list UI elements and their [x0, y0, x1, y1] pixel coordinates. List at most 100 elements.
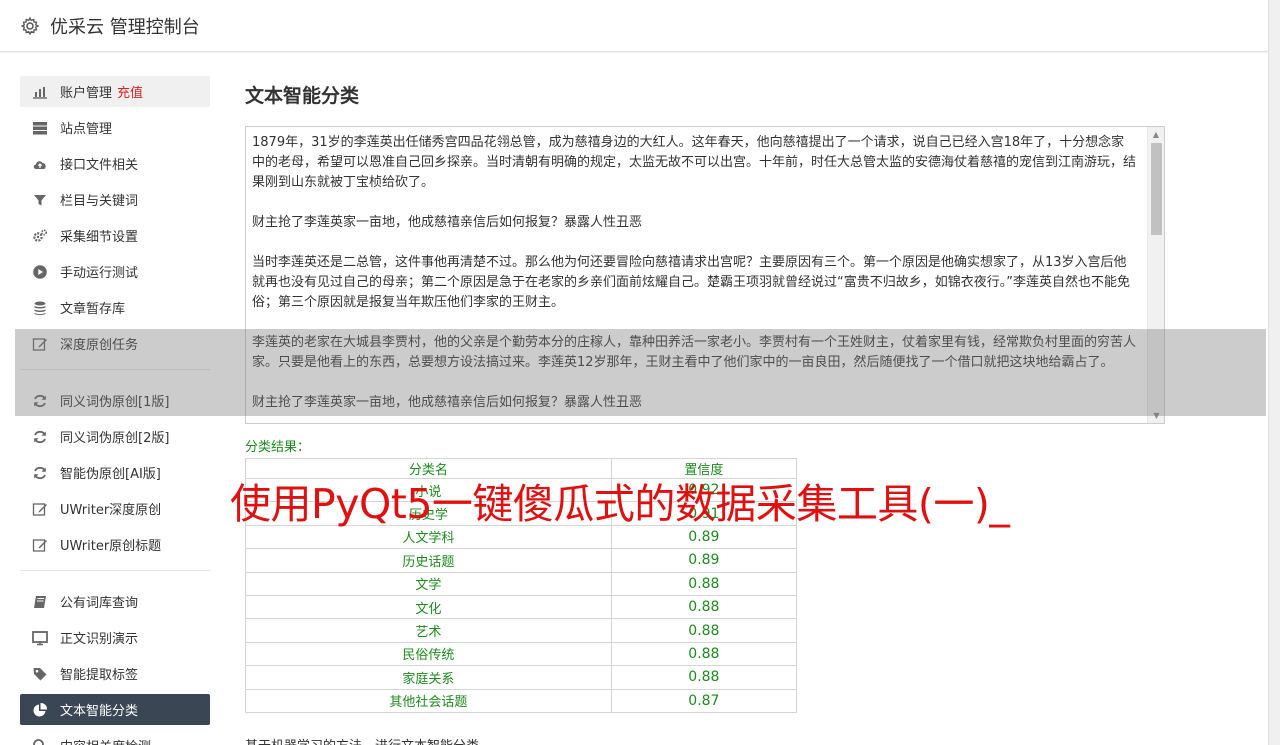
- category-cell: 历史学: [245, 501, 612, 526]
- refresh-icon: [32, 393, 48, 409]
- sidebar-item-ai-rewrite[interactable]: 智能伪原创[AI版]: [20, 457, 210, 488]
- sidebar-item-uwriter-deep[interactable]: UWriter深度原创: [20, 493, 210, 524]
- sidebar-item-label: 接口文件相关: [60, 158, 139, 173]
- results-table: 分类名 置信度 小说 0.92 历史学 0.91 人文学科 0.89 历史话题 0.89…: [245, 458, 798, 713]
- sidebar-item-label: 账户管理: [60, 86, 113, 101]
- scroll-down-arrow-icon[interactable]: ▼: [1148, 408, 1164, 423]
- sidebar-item-label: 智能伪原创[AI版]: [60, 467, 161, 482]
- database-icon: [32, 300, 48, 316]
- sidebar-item-relevance-check[interactable]: 内容相关度检测: [20, 730, 210, 745]
- bar-chart-icon: [32, 84, 48, 100]
- play-circle-icon: [32, 264, 48, 280]
- category-cell: 其他社会话题: [245, 688, 612, 713]
- table-header-row: 分类名 置信度: [245, 458, 798, 479]
- table-row: 小说 0.92: [245, 477, 798, 503]
- sidebar-item-collect-settings[interactable]: 采集细节设置: [20, 220, 210, 251]
- text-paragraph: 财主抢了李莲英家一亩地，他成慈禧亲信后如何报复？暴露人性丑恶: [252, 215, 643, 230]
- sidebar-item-label: 采集细节设置: [60, 230, 139, 245]
- sidebar-item-label: 公有词库查询: [60, 596, 139, 611]
- search-icon: [32, 738, 48, 745]
- confidence-cell: 0.88: [610, 641, 798, 667]
- sidebar-item-label: 文本智能分类: [60, 704, 139, 719]
- confidence-cell: 0.87: [610, 688, 798, 713]
- top-bar: 优采云 管理控制台: [0, 0, 1268, 52]
- category-cell: 家庭关系: [245, 665, 612, 690]
- sidebar-item-label: 文章暂存库: [60, 302, 126, 317]
- confidence-cell: 0.88: [610, 618, 798, 643]
- sidebar-item-smart-tags[interactable]: 智能提取标签: [20, 658, 210, 689]
- confidence-cell: 0.88: [610, 665, 798, 690]
- category-cell: 人文学科: [245, 524, 612, 550]
- sidebar-item-sites[interactable]: 站点管理: [20, 112, 210, 143]
- recharge-link[interactable]: 充值: [117, 82, 143, 101]
- scroll-up-arrow-icon[interactable]: ▲: [1148, 127, 1164, 142]
- edit-icon: [32, 336, 48, 352]
- sidebar-item-public-dictionary[interactable]: 公有词库查询: [20, 586, 210, 617]
- text-input-area[interactable]: 1879年，31岁的李莲英出任储秀宫四品花翎总管，成为慈禧身边的大红人。这年春天…: [245, 126, 1165, 424]
- sidebar-item-deep-original-task[interactable]: 深度原创任务: [20, 328, 210, 359]
- sidebar-item-account[interactable]: 账户管理 充值: [20, 76, 210, 107]
- table-row: 人文学科 0.89: [245, 524, 798, 550]
- sidebar-item-label: UWriter原创标题: [60, 539, 162, 554]
- server-icon: [32, 120, 48, 136]
- textarea-scrollbar[interactable]: ▲ ▼: [1147, 127, 1164, 423]
- scroll-thumb[interactable]: [1151, 143, 1162, 235]
- tag-icon: [32, 666, 48, 682]
- table-row: 文化 0.88: [245, 594, 798, 620]
- confidence-cell: 0.88: [610, 594, 798, 620]
- cogs-icon: [32, 228, 48, 244]
- sidebar-item-label: 栏目与关键词: [60, 194, 139, 209]
- sidebar-item-synonym-v2[interactable]: 同义词伪原创[2版]: [20, 421, 210, 452]
- sidebar-item-label: UWriter深度原创: [60, 503, 162, 518]
- sidebar-item-text-classification[interactable]: 文本智能分类: [20, 694, 210, 725]
- sidebar-item-label: 手动运行测试: [60, 266, 139, 281]
- confidence-cell: 0.92: [610, 477, 798, 503]
- sidebar-item-article-store[interactable]: 文章暂存库: [20, 292, 210, 323]
- refresh-icon: [32, 465, 48, 481]
- sidebar-item-interface-files[interactable]: 接口文件相关: [20, 148, 210, 179]
- sidebar-item-text-recognition[interactable]: 正文识别演示: [20, 622, 210, 653]
- filter-icon: [32, 192, 48, 208]
- confidence-cell: 0.91: [610, 501, 798, 526]
- sidebar-item-label: 同义词伪原创[2版]: [60, 431, 170, 446]
- text-paragraph: 当时李莲英还是二总管，这件事他再清楚不过。那么他为何还要冒险向慈禧请求出宫呢？主…: [252, 255, 1130, 310]
- result-label: 分类结果：: [245, 440, 311, 455]
- category-cell: 文学: [245, 571, 612, 596]
- table-row: 文学 0.88: [245, 571, 798, 596]
- pie-chart-icon: [32, 702, 48, 718]
- table-row: 民俗传统 0.88: [245, 641, 798, 667]
- book-icon: [32, 594, 48, 610]
- sidebar-item-synonym-v1[interactable]: 同义词伪原创[1版]: [20, 385, 210, 416]
- page-title: 文本智能分类: [245, 85, 360, 107]
- confidence-cell: 0.89: [610, 524, 798, 550]
- category-cell: 民俗传统: [245, 641, 612, 667]
- category-cell: 小说: [245, 477, 612, 503]
- sidebar: 账户管理 充值 站点管理 接口文件相关 栏目与关键词 采集细节设置 手动运行测试…: [20, 76, 210, 745]
- confidence-cell: 0.88: [610, 571, 798, 596]
- cloud-upload-icon: [32, 156, 48, 172]
- sidebar-item-label: 智能提取标签: [60, 668, 139, 683]
- table-row: 艺术 0.88: [245, 618, 798, 643]
- refresh-icon: [32, 429, 48, 445]
- sidebar-item-uwriter-title[interactable]: UWriter原创标题: [20, 529, 210, 560]
- sidebar-item-label: 站点管理: [60, 122, 113, 137]
- table-row: 历史学 0.91: [245, 501, 798, 526]
- table-row: 其他社会话题 0.87: [245, 688, 798, 713]
- gear-icon: [20, 16, 40, 35]
- header-confidence: 置信度: [610, 458, 798, 479]
- sidebar-divider: [20, 369, 210, 370]
- sidebar-item-label: 同义词伪原创[1版]: [60, 395, 170, 410]
- app-title: 优采云 管理控制台: [50, 16, 200, 38]
- sidebar-item-columns-keywords[interactable]: 栏目与关键词: [20, 184, 210, 215]
- sidebar-item-manual-run[interactable]: 手动运行测试: [20, 256, 210, 287]
- method-note: 基于机器学习的方法，进行文本智能分类。: [245, 735, 1165, 745]
- sidebar-item-label: 内容相关度检测: [60, 736, 151, 745]
- category-cell: 文化: [245, 594, 612, 620]
- edit-icon: [32, 501, 48, 517]
- table-row: 家庭关系 0.88: [245, 665, 798, 690]
- sidebar-divider: [20, 570, 210, 571]
- category-cell: 历史话题: [245, 548, 612, 573]
- monitor-icon: [32, 630, 48, 646]
- edit-icon: [32, 537, 48, 553]
- page-scrollbar[interactable]: [1268, 0, 1280, 745]
